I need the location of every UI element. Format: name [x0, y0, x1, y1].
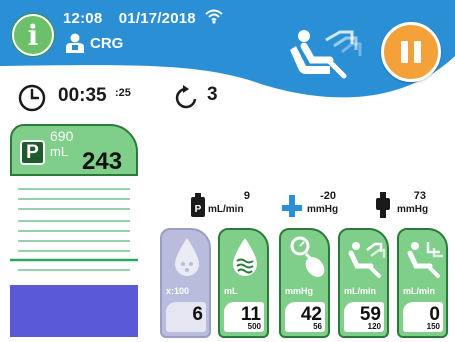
- return-flow-card[interactable]: mL/min 0 150: [397, 228, 448, 338]
- plasma-rate-value: 9: [243, 190, 250, 202]
- plasma-rate-unit: mL/min: [208, 204, 244, 215]
- access-pressure-value: -20: [320, 190, 336, 202]
- draw-flow-panel: 59 120: [344, 302, 384, 332]
- return-flow-unit: mL/min: [403, 286, 436, 296]
- user-icon: [66, 33, 84, 53]
- elapsed-time: 00:35: [58, 85, 107, 106]
- draw-flow-card[interactable]: mL/min 59 120: [338, 228, 389, 338]
- anticoagulant-ratio-card[interactable]: x:100 6: [160, 228, 211, 338]
- plasma-level-fill: [10, 285, 138, 337]
- clock-icon: [18, 84, 46, 112]
- info-button[interactable]: i: [12, 14, 54, 56]
- plasma-bag-icon: P: [191, 193, 205, 217]
- draw-flow-unit: mL/min: [344, 286, 377, 296]
- pause-icon: [401, 41, 408, 63]
- draw-flow-limit: 120: [367, 322, 381, 331]
- return-pressure-unit: mmHg: [397, 204, 429, 215]
- plasma-target: 690: [50, 128, 74, 144]
- reclined-patient-icon[interactable]: [286, 22, 366, 84]
- plasma-volume: 243: [82, 148, 123, 175]
- current-time: 12:08: [63, 10, 103, 27]
- wifi-icon: [205, 9, 223, 24]
- current-date: 01/17/2018: [118, 10, 196, 27]
- return-pressure-icon: [376, 192, 390, 218]
- anticoagulant-panel: 6: [166, 302, 206, 332]
- pause-button[interactable]: [381, 22, 441, 82]
- anticoagulant-value: 6: [192, 304, 203, 325]
- access-pressure-icon: [282, 195, 302, 217]
- return-flow-panel: 0 150: [403, 302, 443, 332]
- saline-volume-card[interactable]: mL 11 500: [218, 228, 269, 338]
- elapsed-seconds: :25: [115, 87, 131, 99]
- saline-unit: mL: [224, 286, 238, 296]
- cycle-icon: [175, 85, 197, 109]
- saline-panel: 11 500: [224, 302, 264, 332]
- svg-text:P: P: [195, 204, 202, 215]
- pressure-panel: 42 56: [285, 302, 325, 332]
- plasma-badge: P: [20, 140, 45, 165]
- saline-drop-icon: [233, 238, 257, 276]
- pressure-gauge-icon: [290, 236, 325, 277]
- pressure-unit: mmHg: [285, 286, 314, 296]
- operator-name: CRG: [90, 35, 124, 52]
- cycle-count: 3: [207, 84, 218, 105]
- return-pressure-value: 73: [413, 190, 426, 202]
- anticoagulant-drop-icon: [175, 238, 199, 276]
- info-icon: i: [27, 18, 39, 52]
- pressure-limit: 56: [313, 322, 322, 331]
- anticoagulant-unit: x:100: [166, 286, 190, 296]
- plasma-volume-card[interactable]: P 690 mL 243: [10, 124, 138, 176]
- return-flow-limit: 150: [426, 322, 440, 331]
- draw-flow-icon: [348, 242, 386, 278]
- access-pressure-unit: mmHg: [307, 204, 339, 215]
- return-flow-icon: [407, 242, 443, 278]
- pressure-card[interactable]: mmHg 42 56: [279, 228, 330, 338]
- clock-date: 12:08 01/17/2018: [63, 10, 208, 27]
- plasma-unit: mL: [50, 144, 69, 159]
- saline-limit: 500: [247, 322, 261, 331]
